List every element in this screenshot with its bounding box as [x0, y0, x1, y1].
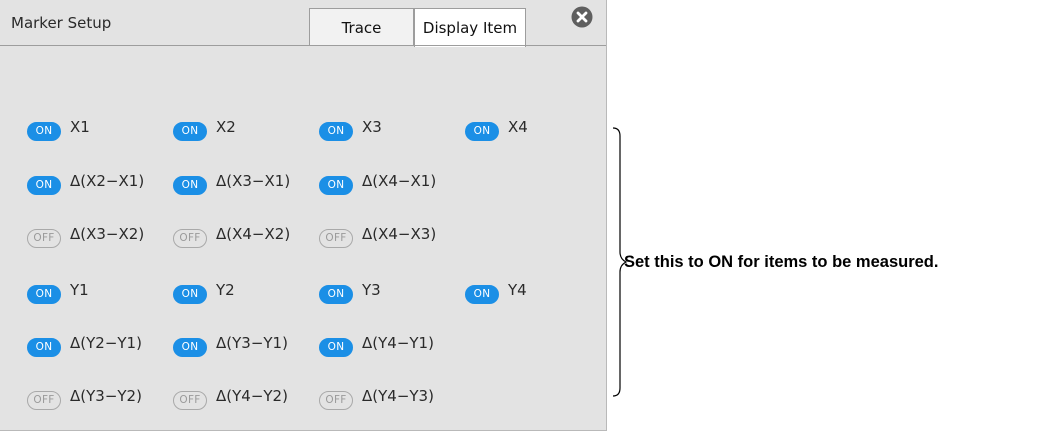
toggle-on[interactable]: ON	[319, 337, 353, 357]
display-item-label: Y2	[216, 281, 235, 299]
display-item-label: Δ(X2−X1)	[70, 172, 145, 190]
close-circle-icon	[571, 6, 593, 28]
display-item[interactable]: ON Y4	[465, 281, 527, 304]
display-item-label: X1	[70, 118, 90, 136]
dialog-title: Marker Setup	[11, 14, 112, 32]
marker-setup-dialog: Marker Setup Trace Display Item ON X1 ON X2…	[0, 0, 607, 431]
tab-display-item[interactable]: Display Item	[414, 8, 526, 47]
display-item-label: Δ(Y2−Y1)	[70, 334, 142, 352]
display-item[interactable]: ON X3	[319, 118, 382, 141]
display-item-label: X2	[216, 118, 236, 136]
toggle-on[interactable]: ON	[173, 337, 207, 357]
toggle-on[interactable]: ON	[27, 175, 61, 195]
display-item-label: Δ(Y4−Y2)	[216, 387, 288, 405]
toggle-on[interactable]: ON	[319, 175, 353, 195]
toggle-on[interactable]: ON	[173, 284, 207, 304]
tab-trace[interactable]: Trace	[309, 8, 414, 46]
display-item[interactable]: OFF Δ(X4−X2)	[173, 225, 291, 248]
annotation-text: Set this to ON for items to be measured.	[624, 253, 939, 271]
display-item[interactable]: ON Δ(Y4−Y1)	[319, 334, 434, 357]
toggle-on[interactable]: ON	[27, 337, 61, 357]
toggle-on[interactable]: ON	[465, 284, 499, 304]
toggle-off[interactable]: OFF	[173, 390, 207, 410]
toggle-on[interactable]: ON	[173, 121, 207, 141]
toggle-off[interactable]: OFF	[27, 228, 61, 248]
display-item[interactable]: ON Δ(X4−X1)	[319, 172, 437, 195]
display-item-label: Δ(Y3−Y1)	[216, 334, 288, 352]
display-item[interactable]: ON X4	[465, 118, 528, 141]
toggle-on[interactable]: ON	[319, 284, 353, 304]
display-item-label: X4	[508, 118, 528, 136]
display-item[interactable]: OFF Δ(X3−X2)	[27, 225, 145, 248]
toggle-on[interactable]: ON	[27, 284, 61, 304]
toggle-on[interactable]: ON	[319, 121, 353, 141]
display-item-label: Δ(Y4−Y1)	[362, 334, 434, 352]
toggle-on[interactable]: ON	[27, 121, 61, 141]
toggle-off[interactable]: OFF	[319, 228, 353, 248]
display-item[interactable]: OFF Δ(Y4−Y2)	[173, 387, 288, 410]
display-item[interactable]: ON X2	[173, 118, 236, 141]
display-item[interactable]: ON Y2	[173, 281, 235, 304]
display-item[interactable]: ON Y3	[319, 281, 381, 304]
display-item-label: Δ(X4−X2)	[216, 225, 291, 243]
display-item-label: Δ(X3−X1)	[216, 172, 291, 190]
toggle-off[interactable]: OFF	[319, 390, 353, 410]
display-item[interactable]: OFF Δ(Y4−Y3)	[319, 387, 434, 410]
toggle-on[interactable]: ON	[465, 121, 499, 141]
display-item[interactable]: OFF Δ(X4−X3)	[319, 225, 437, 248]
toggle-on[interactable]: ON	[173, 175, 207, 195]
display-item[interactable]: OFF Δ(Y3−Y2)	[27, 387, 142, 410]
display-item-label: Δ(Y4−Y3)	[362, 387, 434, 405]
display-item-label: Δ(X4−X1)	[362, 172, 437, 190]
display-item-label: Δ(X3−X2)	[70, 225, 145, 243]
toggle-off[interactable]: OFF	[27, 390, 61, 410]
display-item[interactable]: ON Δ(X2−X1)	[27, 172, 145, 195]
tab-divider	[0, 45, 606, 46]
close-button[interactable]	[571, 6, 593, 28]
display-item-label: Δ(X4−X3)	[362, 225, 437, 243]
display-item-label: X3	[362, 118, 382, 136]
display-item-label: Δ(Y3−Y2)	[70, 387, 142, 405]
display-item-label: Y4	[508, 281, 527, 299]
display-item[interactable]: ON X1	[27, 118, 90, 141]
display-item-label: Y3	[362, 281, 381, 299]
display-item[interactable]: ON Δ(X3−X1)	[173, 172, 291, 195]
display-item[interactable]: ON Δ(Y2−Y1)	[27, 334, 142, 357]
display-item-label: Y1	[70, 281, 89, 299]
toggle-off[interactable]: OFF	[173, 228, 207, 248]
display-item[interactable]: ON Δ(Y3−Y1)	[173, 334, 288, 357]
display-item[interactable]: ON Y1	[27, 281, 89, 304]
